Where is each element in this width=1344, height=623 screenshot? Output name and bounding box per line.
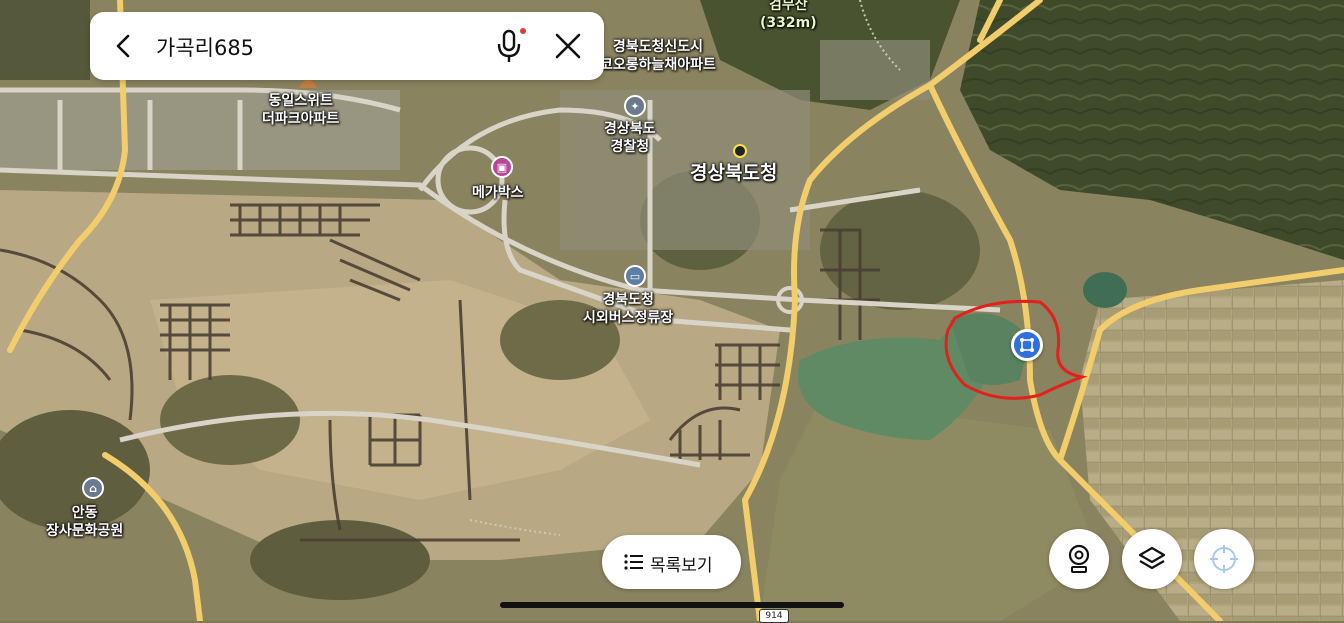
list-view-label: 목록보기 <box>650 556 713 576</box>
apartment-label-2[interactable]: 동일스위트 더파크아파트 <box>262 92 339 128</box>
location-marker-icon[interactable] <box>1011 329 1043 361</box>
peak-name: 검무산 <box>768 0 808 13</box>
street-view-button[interactable] <box>1049 529 1109 589</box>
list-icon <box>624 554 643 570</box>
police-icon[interactable]: ✦ <box>624 95 646 117</box>
street-view-icon <box>1068 544 1090 573</box>
police-line1: 경상북도 <box>604 121 656 137</box>
park-line1: 안동 <box>71 505 98 521</box>
police-label[interactable]: 경상북도 경찰청 <box>604 120 656 156</box>
cinema-label[interactable]: 메가박스 <box>472 184 524 202</box>
microphone-icon[interactable] <box>494 28 526 64</box>
list-view-button[interactable]: 목록보기 <box>602 535 741 589</box>
provincial-office-label[interactable]: 경상북도청 <box>690 162 777 184</box>
bus-icon[interactable]: ▭ <box>624 265 646 287</box>
peak-elevation: (332m) <box>760 15 817 31</box>
locate-button[interactable] <box>1194 529 1254 589</box>
apartment-2-line1: 동일스위트 <box>268 93 333 109</box>
crosshair-icon <box>1210 545 1238 573</box>
layers-icon <box>1138 546 1166 570</box>
police-line2: 경찰청 <box>610 139 650 155</box>
home-indicator[interactable] <box>500 602 844 608</box>
bus-terminal-label[interactable]: 경북도청 시외버스정류장 <box>583 291 673 327</box>
bus-terminal-line1: 경북도청 <box>602 292 654 308</box>
apartment-2-line2: 더파크아파트 <box>262 111 340 127</box>
apartment-1-line1: 경북도청신도시 <box>612 39 704 55</box>
layers-button[interactable] <box>1122 529 1182 589</box>
apartment-label-1[interactable]: 경북도청신도시 코오롱하늘채아파트 <box>600 38 716 74</box>
cinema-icon[interactable]: ▣ <box>491 156 513 178</box>
close-icon[interactable] <box>554 32 582 60</box>
bus-terminal-line2: 시외버스정류장 <box>583 310 674 326</box>
provincial-office-dot[interactable] <box>733 144 747 158</box>
park-line2: 장사문화공원 <box>46 523 124 539</box>
park-icon[interactable]: ⌂ <box>82 477 104 499</box>
peak-label: 검무산 (332m) <box>760 0 817 32</box>
chevron-left-icon[interactable] <box>112 32 136 60</box>
search-input[interactable]: 가곡리685 <box>156 32 254 62</box>
search-bar[interactable]: 가곡리685 <box>90 12 604 80</box>
park-label[interactable]: 안동 장사문화공원 <box>46 504 123 540</box>
apartment-1-line2: 코오롱하늘채아파트 <box>600 57 716 73</box>
